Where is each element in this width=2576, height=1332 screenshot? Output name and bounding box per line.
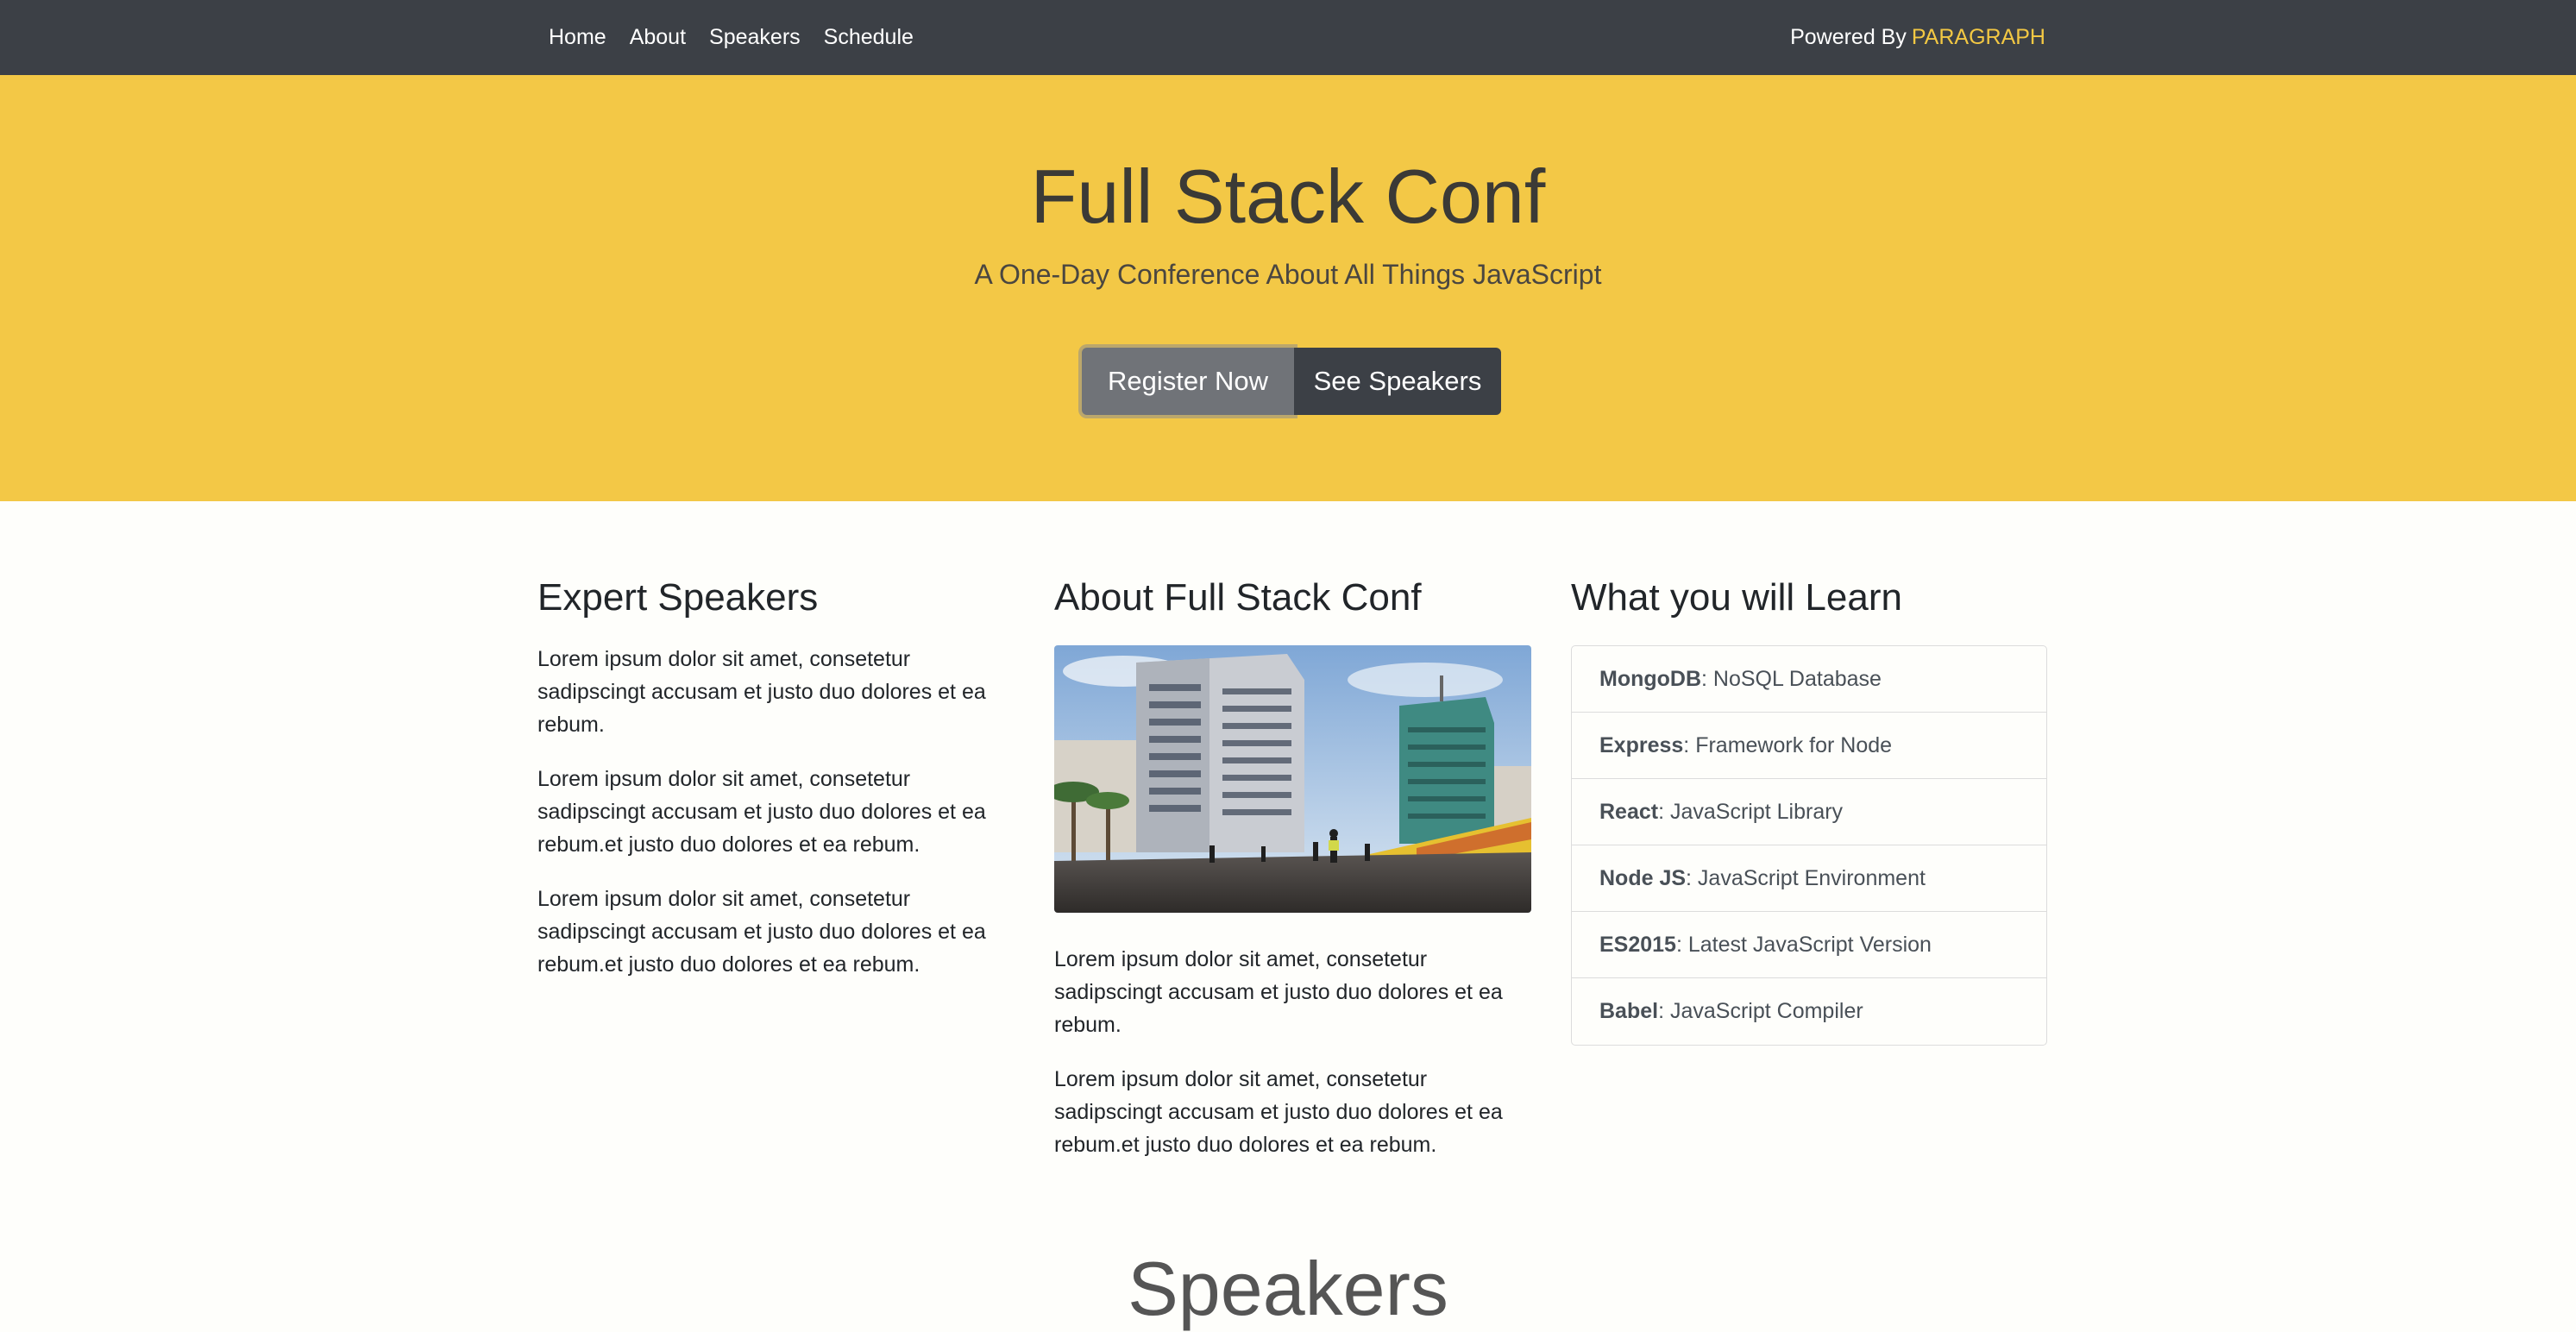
learn-item-name: Node JS	[1599, 865, 1687, 890]
learn-list: MongoDB: NoSQL Database Express: Framewo…	[1571, 645, 2047, 1046]
learn-item-name: Babel	[1599, 999, 1659, 1023]
expert-paragraph-1: Lorem ipsum dolor sit amet, consetetur s…	[537, 647, 986, 737]
learn-item-name: MongoDB	[1599, 666, 1702, 691]
learn-item-desc: : Framework for Node	[1683, 732, 1893, 757]
hero-subtitle: A One-Day Conference About All Things Ja…	[974, 259, 1602, 290]
list-item: MongoDB: NoSQL Database	[1572, 646, 2046, 713]
speakers-section-title: Speakers	[1128, 1246, 1448, 1331]
list-item: React: JavaScript Library	[1572, 779, 2046, 845]
city-street-photo	[1054, 645, 1531, 913]
learn-item-name: Express	[1599, 732, 1684, 757]
nav-speakers-link[interactable]: Speakers	[709, 25, 801, 50]
list-item: Node JS: JavaScript Environment	[1572, 845, 2046, 912]
about-paragraph-1: Lorem ipsum dolor sit amet, consetetur s…	[1054, 947, 1503, 1037]
learn-heading: What you will Learn	[1571, 576, 1902, 619]
list-item: Babel: JavaScript Compiler	[1572, 978, 2046, 1045]
powered-by-label: Powered By	[1790, 25, 1907, 49]
expert-speakers-heading: Expert Speakers	[537, 576, 819, 619]
paragraph-brand-link[interactable]: PARAGRAPH	[1912, 25, 2045, 50]
learn-item-desc: : JavaScript Compiler	[1658, 999, 1863, 1023]
about-heading: About Full Stack Conf	[1054, 576, 1422, 619]
expert-paragraph-3: Lorem ipsum dolor sit amet, consetetur s…	[537, 887, 986, 977]
see-speakers-button[interactable]: See Speakers	[1294, 348, 1501, 415]
hero-banner: Full Stack Conf A One-Day Conference Abo…	[0, 75, 2576, 501]
nav-about-link[interactable]: About	[630, 25, 686, 50]
hero-button-group: Register Now See Speakers	[1082, 348, 1501, 415]
learn-item-name: React	[1599, 799, 1659, 824]
powered-by: Powered By PARAGRAPH	[1790, 0, 2045, 75]
top-navbar: Home About Speakers Schedule Powered By …	[0, 0, 2576, 75]
learn-item-name: ES2015	[1599, 932, 1676, 957]
expert-paragraph-2: Lorem ipsum dolor sit amet, consetetur s…	[537, 767, 986, 857]
learn-item-desc: : NoSQL Database	[1701, 666, 1882, 691]
learn-item-desc: : JavaScript Environment	[1686, 865, 1926, 890]
about-paragraph-2: Lorem ipsum dolor sit amet, consetetur s…	[1054, 1067, 1503, 1157]
nav-home-link[interactable]: Home	[549, 25, 606, 50]
list-item: ES2015: Latest JavaScript Version	[1572, 912, 2046, 978]
learn-item-desc: : Latest JavaScript Version	[1675, 932, 1932, 957]
nav-links: Home About Speakers Schedule	[549, 0, 937, 75]
register-now-button[interactable]: Register Now	[1082, 348, 1294, 415]
learn-item-desc: : JavaScript Library	[1658, 799, 1844, 824]
list-item: Express: Framework for Node	[1572, 713, 2046, 779]
hero-title: Full Stack Conf	[1030, 154, 1546, 239]
nav-schedule-link[interactable]: Schedule	[824, 25, 914, 50]
